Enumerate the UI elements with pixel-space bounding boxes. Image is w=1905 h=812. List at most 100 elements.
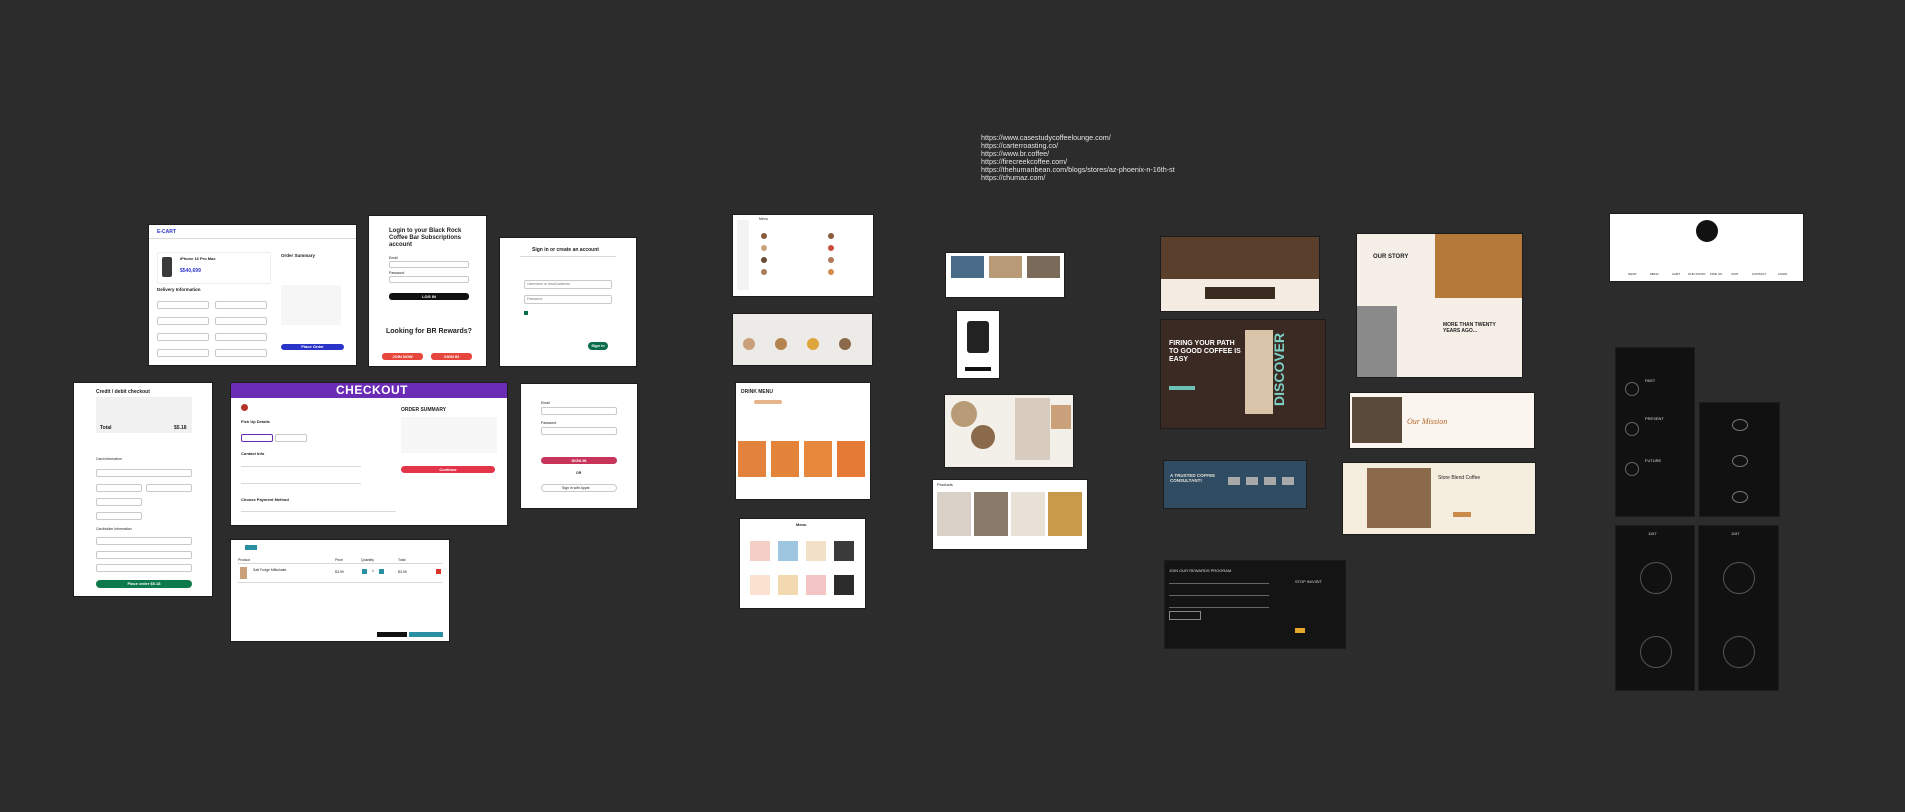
signin-button[interactable]: SIGN IN: [541, 457, 617, 464]
last-name-field[interactable]: [96, 551, 192, 559]
menu-title: Menu: [759, 217, 768, 221]
col-quantity: Quantity: [361, 558, 375, 562]
field[interactable]: [157, 333, 209, 341]
menu-list-frame[interactable]: Menu: [733, 215, 873, 296]
qty-plus-button[interactable]: [379, 569, 384, 574]
card-number-field[interactable]: [96, 469, 192, 477]
apple-signin-label: Sign in with Apple: [562, 486, 590, 490]
col-total: Total: [398, 558, 406, 562]
email-field[interactable]: [541, 407, 617, 415]
ecart-checkout-frame[interactable]: E-CART iPhone 16 Pro Max $540,699 Delive…: [149, 225, 356, 365]
blog-cards-frame[interactable]: [946, 253, 1064, 297]
field[interactable]: [215, 317, 267, 325]
total-value: $5.18: [174, 425, 187, 431]
products-frame[interactable]: Products: [933, 480, 1087, 549]
qty-minus-button[interactable]: [362, 569, 367, 574]
trusted-banner-frame[interactable]: A TRUSTED COFFEE CONSULTANT!: [1164, 461, 1306, 508]
nav-item[interactable]: CART: [1672, 272, 1680, 276]
checkout-button[interactable]: [377, 632, 407, 637]
timeline-present: PRESENT: [1645, 416, 1664, 421]
field[interactable]: [215, 301, 267, 309]
field[interactable]: [157, 301, 209, 309]
cvc-field[interactable]: [146, 484, 192, 492]
timeline-past: PAST: [1645, 378, 1656, 383]
question-icon: [1625, 462, 1639, 476]
nav-item[interactable]: LOGIN: [1778, 272, 1787, 276]
username-field[interactable]: Username or email address: [524, 280, 612, 289]
product-thumb: [240, 567, 247, 579]
phone-screen-a[interactable]: 1157: [1616, 526, 1694, 690]
story-title: OUR STORY: [1373, 254, 1409, 260]
expiry-field[interactable]: [96, 484, 142, 492]
cardholder-label: Cardholder information: [96, 527, 132, 531]
nav-item[interactable]: OUR STORY: [1688, 272, 1706, 276]
nav-item[interactable]: CONTACT: [1752, 272, 1766, 276]
field[interactable]: [215, 333, 267, 341]
email-label: Email: [541, 401, 550, 405]
product-card: iPhone 16 Pro Max $540,699: [157, 252, 271, 284]
pickup-option[interactable]: [241, 434, 273, 442]
continue-shopping-button[interactable]: [409, 632, 443, 637]
apple-signin-button[interactable]: Sign in with Apple: [541, 484, 617, 492]
br-checkout-frame[interactable]: CHECKOUT Pick Up Details Contact Info Ch…: [231, 383, 507, 525]
nav-item[interactable]: VISIT: [1731, 272, 1739, 276]
eye-column-frame[interactable]: [1700, 403, 1779, 516]
sign-in-button[interactable]: SIGN IN: [431, 353, 472, 360]
cart-table-frame[interactable]: Product Price Quantity Total Salt Fudge …: [231, 540, 449, 641]
rewards-title: JOIN OUR REWARDS PROGRAM: [1169, 568, 1232, 573]
cafe-photo-frame[interactable]: [1161, 237, 1319, 311]
place-order-button[interactable]: Place order $5.18: [96, 580, 192, 588]
first-name-field[interactable]: [96, 537, 192, 545]
field[interactable]: [215, 349, 267, 357]
password-placeholder: Password: [527, 297, 543, 301]
email-field[interactable]: [389, 261, 469, 268]
coffee-collage-frame[interactable]: [945, 395, 1073, 467]
login-button[interactable]: LOG IN: [389, 293, 469, 300]
ecart-logo[interactable]: E-CART: [157, 229, 176, 235]
signin-create-frame[interactable]: Sign in or create an account Username or…: [500, 238, 636, 366]
drink-menu-frame[interactable]: DRINK MENU: [736, 383, 870, 499]
credit-title: Credit / debit checkout: [96, 389, 150, 395]
nav-item[interactable]: MENU: [1650, 272, 1659, 276]
password-label: Password: [541, 421, 557, 425]
timeline-frame[interactable]: PAST PRESENT FUTURE: [1616, 348, 1694, 516]
email-label: Email: [389, 256, 398, 260]
rewards-program-frame[interactable]: JOIN OUR REWARDS PROGRAM STOP IN/VISIT: [1165, 561, 1345, 648]
place-order-button[interactable]: Place Order: [281, 344, 344, 350]
field[interactable]: [157, 317, 209, 325]
featured-drinks-frame[interactable]: [733, 314, 872, 365]
reference-url-list: https://www.casestudycoffeelounge.com/ h…: [981, 133, 1175, 183]
logo-nav-frame[interactable]: SHOP MENU CART OUR STORY FIND US VISIT C…: [1610, 214, 1803, 281]
remove-item-button[interactable]: [436, 569, 441, 574]
order-summary-heading: Order Summary: [281, 253, 316, 258]
nav-item[interactable]: FIND US: [1710, 272, 1722, 276]
billing-zip-field[interactable]: [96, 512, 142, 520]
store-blend-frame[interactable]: Store Blend Coffee: [1343, 463, 1535, 534]
mission-title: Our Mission: [1407, 417, 1448, 426]
join-now-button[interactable]: JOIN NOW: [382, 353, 423, 360]
email-field[interactable]: [96, 564, 192, 572]
signin-submit-button[interactable]: Sign in: [588, 342, 608, 350]
continue-button[interactable]: Continue: [401, 466, 495, 473]
password-field[interactable]: [389, 276, 469, 283]
discover-side-word: DISCOVER: [1271, 332, 1287, 406]
our-mission-frame[interactable]: Our Mission: [1350, 393, 1534, 448]
phone-screen-b[interactable]: 1157: [1699, 526, 1778, 690]
security-field[interactable]: [96, 498, 142, 506]
coffee-bag-frame[interactable]: [957, 311, 999, 378]
blackrock-login-frame[interactable]: Login to your Black Rock Coffee Bar Subs…: [369, 216, 486, 366]
small-signin-frame[interactable]: Email Password SIGN IN OR Sign in with A…: [521, 384, 637, 508]
order-summary-heading: ORDER SUMMARY: [401, 407, 447, 413]
contact-label: Contact Info: [241, 451, 265, 456]
firing-hero-frame[interactable]: FIRING YOUR PATH TO GOOD COFFEE IS EASY …: [1161, 320, 1325, 428]
password-field[interactable]: Password: [524, 295, 612, 304]
credit-checkout-frame[interactable]: Credit / debit checkout Total $5.18 Card…: [74, 383, 212, 596]
password-field[interactable]: [541, 427, 617, 435]
nav-item[interactable]: SHOP: [1628, 272, 1637, 276]
item-qty[interactable]: 1: [372, 569, 374, 573]
pickup-option[interactable]: [275, 434, 307, 442]
remember-checkbox[interactable]: [524, 311, 528, 315]
field[interactable]: [157, 349, 209, 357]
our-story-frame[interactable]: OUR STORY MORE THAN TWENTY YEARS AGO...: [1357, 234, 1522, 377]
menu-grid-frame[interactable]: Menu: [740, 519, 865, 608]
